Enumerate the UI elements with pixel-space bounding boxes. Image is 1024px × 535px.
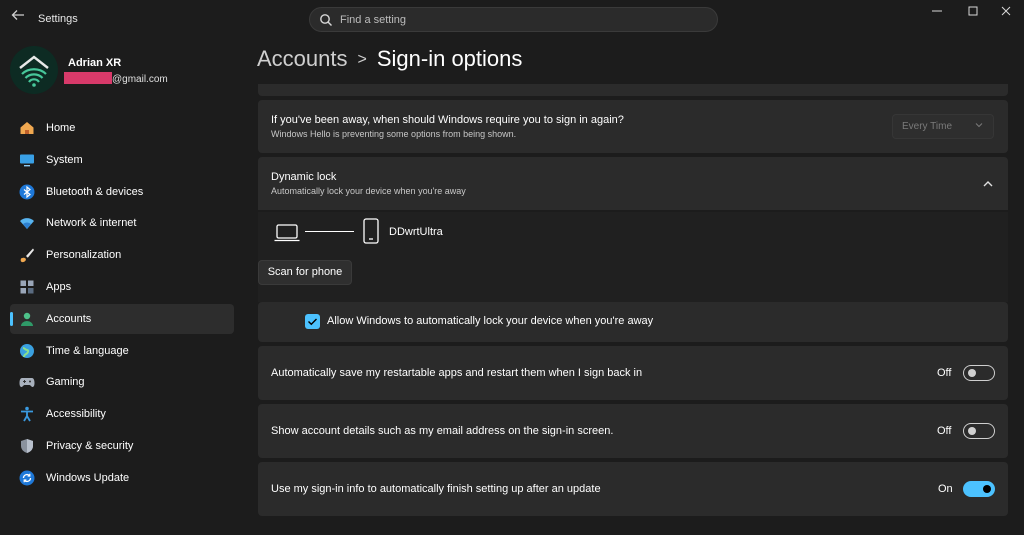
sidebar-item-label: Bluetooth & devices bbox=[46, 185, 144, 198]
require-signin-title: If you've been away, when should Windows… bbox=[271, 114, 624, 126]
avatar[interactable] bbox=[10, 46, 58, 94]
sidebar-item-label: Privacy & security bbox=[46, 439, 134, 452]
update-icon bbox=[19, 470, 35, 486]
phone-icon bbox=[363, 218, 379, 244]
sidebar-item-home[interactable]: Home bbox=[10, 113, 234, 143]
dynamic-lock-device-area: DDwrtUltra Scan for phone bbox=[258, 212, 1008, 302]
sidebar-item-windows-update[interactable]: Windows Update bbox=[10, 463, 234, 493]
setting-row-account-details: Show account details such as my email ad… bbox=[258, 404, 1008, 458]
require-signin-dropdown[interactable]: Every Time bbox=[892, 114, 994, 139]
sidebar-item-time-language[interactable]: Time & language bbox=[10, 336, 234, 366]
sidebar-item-personalization[interactable]: Personalization bbox=[10, 240, 234, 270]
dynamic-lock-header[interactable]: Dynamic lock Automatically lock your dev… bbox=[258, 157, 1008, 210]
breadcrumb-separator: > bbox=[357, 51, 367, 68]
apps-icon bbox=[20, 280, 34, 294]
sidebar-item-privacy-security[interactable]: Privacy & security bbox=[10, 431, 234, 461]
dropdown-value: Every Time bbox=[902, 121, 953, 132]
minimize-button[interactable] bbox=[922, 4, 952, 22]
auto-lock-checkbox[interactable] bbox=[305, 314, 320, 329]
user-email: @gmail.com bbox=[64, 72, 168, 85]
network-icon bbox=[20, 218, 34, 230]
sidebar-item-gaming[interactable]: Gaming bbox=[10, 367, 234, 397]
sidebar-item-label: Time & language bbox=[46, 344, 129, 357]
require-signin-subtitle: Windows Hello is preventing some options… bbox=[271, 129, 517, 139]
setting-label: Use my sign-in info to automatically fin… bbox=[271, 483, 601, 495]
breadcrumb-parent[interactable]: Accounts bbox=[257, 46, 348, 71]
checkmark-icon bbox=[308, 318, 317, 326]
setting-label: Automatically save my restartable apps a… bbox=[271, 367, 643, 379]
sidebar-item-label: Personalization bbox=[46, 249, 122, 262]
toggle-state-label: Off bbox=[937, 425, 952, 437]
accessibility-icon bbox=[21, 406, 33, 422]
require-signin-card: If you've been away, when should Windows… bbox=[258, 100, 1008, 153]
chevron-down-icon bbox=[975, 123, 983, 128]
page-title: Sign-in options bbox=[376, 46, 523, 71]
scan-for-phone-button[interactable]: Scan for phone bbox=[258, 260, 352, 285]
redacted-email bbox=[64, 72, 112, 84]
search-icon bbox=[320, 14, 332, 26]
setting-row-signin-info: Use my sign-in info to automatically fin… bbox=[258, 462, 1008, 516]
gamepad-icon bbox=[19, 378, 35, 388]
globe-icon bbox=[20, 343, 34, 358]
sidebar-nav: Home System Bluetooth & devices Network … bbox=[10, 113, 234, 495]
account-details-toggle[interactable] bbox=[963, 423, 995, 439]
toggle-state-label: On bbox=[938, 483, 953, 495]
user-name: Adrian XR bbox=[68, 57, 122, 69]
system-icon bbox=[20, 154, 34, 167]
signin-info-toggle[interactable] bbox=[963, 481, 995, 497]
sidebar-item-accessibility[interactable]: Accessibility bbox=[10, 399, 234, 429]
setting-row-restart-apps: Automatically save my restartable apps a… bbox=[258, 346, 1008, 400]
restart-apps-toggle[interactable] bbox=[963, 365, 995, 381]
minimize-icon bbox=[932, 10, 942, 12]
auto-lock-checkbox-label: Allow Windows to automatically lock your… bbox=[327, 315, 654, 327]
sidebar-item-accounts[interactable]: Accounts bbox=[10, 303, 234, 334]
sidebar-item-label: System bbox=[46, 153, 83, 166]
app-title: Settings bbox=[38, 13, 78, 25]
auto-lock-checkbox-card: Allow Windows to automatically lock your… bbox=[258, 302, 1008, 342]
sidebar-item-label: Gaming bbox=[46, 376, 85, 389]
back-arrow-icon[interactable] bbox=[8, 8, 28, 28]
laptop-icon bbox=[274, 224, 300, 242]
paired-device-name: DDwrtUltra bbox=[389, 226, 443, 238]
chevron-up-icon[interactable] bbox=[982, 178, 994, 190]
sidebar-item-label: Network & internet bbox=[46, 217, 137, 230]
sidebar-item-label: Windows Update bbox=[46, 471, 130, 484]
accounts-icon bbox=[21, 312, 33, 326]
home-icon bbox=[20, 122, 34, 134]
shield-icon bbox=[21, 438, 33, 453]
dynamic-lock-title: Dynamic lock bbox=[271, 171, 337, 183]
close-button[interactable] bbox=[991, 4, 1021, 22]
bluetooth-icon bbox=[19, 184, 35, 200]
setting-label: Show account details such as my email ad… bbox=[271, 425, 614, 437]
breadcrumb: Accounts > Sign-in options bbox=[257, 46, 522, 72]
search-box[interactable] bbox=[309, 7, 718, 32]
sidebar-item-system[interactable]: System bbox=[10, 145, 234, 175]
maximize-icon bbox=[968, 6, 978, 16]
close-icon bbox=[1001, 6, 1011, 16]
sidebar-item-network[interactable]: Network & internet bbox=[10, 208, 234, 238]
sidebar-item-label: Accessibility bbox=[46, 408, 106, 421]
email-domain: @gmail.com bbox=[112, 74, 168, 85]
title-bar: Settings bbox=[0, 0, 1024, 38]
toggle-state-label: Off bbox=[937, 367, 952, 379]
scrolled-card-edge bbox=[258, 84, 1008, 96]
sidebar-item-label: Apps bbox=[46, 280, 72, 293]
search-input[interactable] bbox=[340, 12, 700, 28]
sidebar-item-label: Accounts bbox=[46, 312, 92, 325]
sidebar-item-apps[interactable]: Apps bbox=[10, 272, 234, 302]
sidebar-item-bluetooth[interactable]: Bluetooth & devices bbox=[10, 177, 234, 207]
sidebar-item-label: Home bbox=[46, 122, 76, 134]
dynamic-lock-subtitle: Automatically lock your device when you'… bbox=[271, 186, 466, 196]
connection-line bbox=[305, 231, 354, 232]
maximize-button[interactable] bbox=[958, 4, 988, 22]
brush-icon bbox=[20, 248, 34, 263]
